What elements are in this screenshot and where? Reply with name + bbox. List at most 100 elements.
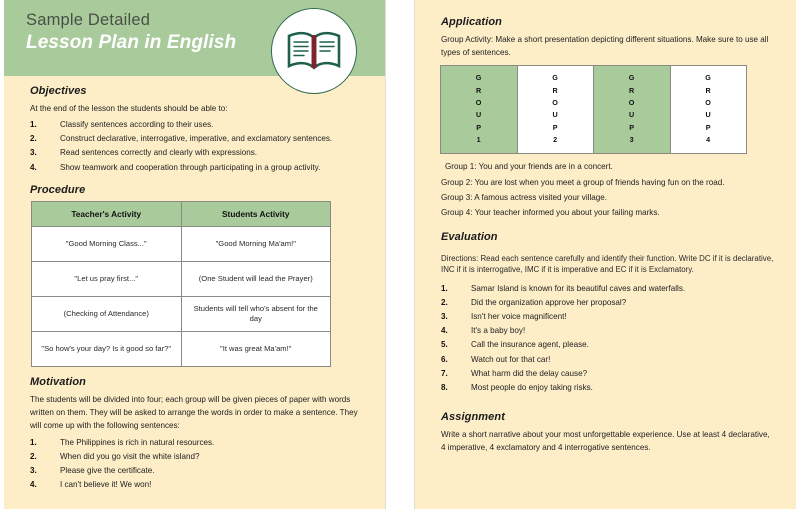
- objectives-list: 1. Classify sentences according to their …: [30, 118, 363, 175]
- list-item: 2. Did the organization approve her propo…: [441, 296, 776, 310]
- page-gutter: [386, 0, 414, 509]
- item-text: Call the insurance agent, please.: [471, 340, 589, 350]
- right-page-content: Application Group Activity: Make a short…: [415, 0, 796, 59]
- item-number: 3.: [30, 465, 37, 475]
- list-item: 1. The Philippines is rich in natural res…: [30, 436, 363, 450]
- item-number: 2.: [30, 134, 37, 144]
- table-cell: "Let us pray first...": [31, 260, 182, 297]
- table-cell: "Good Morning Class...": [31, 225, 182, 262]
- group-box-4: G R O U P 4: [670, 66, 746, 154]
- item-text: Please give the certificate.: [60, 465, 155, 475]
- list-item: 4. I can't believe it! We won!: [30, 478, 363, 492]
- item-number: 3.: [441, 312, 448, 322]
- group-letter: R: [552, 85, 558, 95]
- motivation-list: 1. The Philippines is rich in natural res…: [30, 436, 363, 493]
- list-item: 3. Isn't her voice magnificent!: [441, 310, 776, 324]
- group-letter: O: [475, 97, 482, 107]
- item-text: Read sentences correctly and clearly wit…: [60, 148, 258, 158]
- evaluation-list: 1. Samar Island is known for its beautifu…: [441, 282, 776, 395]
- column-header-students-activity: Students Activity: [180, 200, 331, 227]
- lesson-plan-spread: Sample Detailed Lesson Plan in English O…: [0, 0, 800, 509]
- table-cell: Students will tell who's absent for the …: [180, 295, 331, 333]
- list-item: 3. Read sentences correctly and clearly w…: [30, 146, 363, 160]
- group-boxes: G R O U P 1 G R O U P 2 G R O U P 3 G R …: [440, 65, 747, 155]
- table-cell: "Good Morning Ma'am!": [180, 225, 331, 262]
- group-scenarios: Group 1: You and your friends are in a c…: [441, 161, 776, 218]
- list-item: 1. Samar Island is known for its beautifu…: [441, 282, 776, 296]
- item-number: 8.: [441, 382, 448, 392]
- item-text: Did the organization approve her proposa…: [471, 297, 627, 307]
- item-number: 5.: [441, 340, 448, 350]
- procedure-table: Teacher's Activity Students Activity "Go…: [31, 200, 331, 368]
- left-page-content: Objectives At the end of the lesson the …: [4, 76, 385, 196]
- group-letter: P: [552, 122, 558, 132]
- motivation-heading: Motivation: [30, 376, 86, 389]
- group-scenario-3: Group 3: A famous actress visited your v…: [441, 192, 608, 202]
- group-letter: O: [705, 97, 712, 107]
- motivation-block: Motivation The students will be divided …: [4, 376, 385, 492]
- group-scenario-1: Group 1: You and your friends are in a c…: [445, 162, 613, 172]
- table-row: "Good Morning Class..." "Good Morning Ma…: [31, 225, 331, 262]
- group-letter: P: [705, 122, 711, 132]
- table-row: "Let us pray first..." (One Student will…: [31, 260, 331, 297]
- list-item: 7. What harm did the delay cause?: [441, 367, 776, 381]
- left-page: Sample Detailed Lesson Plan in English O…: [4, 0, 386, 509]
- application-paragraph: Group Activity: Make a short presentatio…: [441, 35, 769, 58]
- right-page: Application Group Activity: Make a short…: [414, 0, 796, 509]
- item-number: 4.: [30, 162, 37, 172]
- table-cell: "It was great Ma'am!": [180, 331, 331, 368]
- table-cell: "So how's your day? Is it good so far?": [31, 331, 182, 368]
- item-number: 1.: [30, 120, 37, 130]
- list-item: 8. Most people do enjoy taking risks.: [441, 381, 776, 395]
- item-number: 7.: [441, 368, 448, 378]
- table-header-row: Teacher's Activity Students Activity: [31, 200, 331, 227]
- item-text: Isn't her voice magnificent!: [471, 312, 567, 322]
- header-band: Sample Detailed Lesson Plan in English: [4, 0, 385, 94]
- group-letter: R: [476, 85, 482, 95]
- group-letter: O: [628, 97, 635, 107]
- table-cell: (Checking of Attendance): [31, 295, 182, 333]
- item-text: The Philippines is rich in natural resou…: [60, 437, 215, 447]
- list-item: 1. Classify sentences according to their …: [30, 118, 363, 132]
- evaluation-directions: Directions: Read each sentence carefully…: [441, 253, 774, 275]
- item-text: Classify sentences according to their us…: [60, 120, 214, 130]
- list-item: 3. Please give the certificate.: [30, 464, 363, 478]
- group-number: 4: [706, 135, 711, 145]
- item-text: Most people do enjoy taking risks.: [471, 382, 593, 392]
- group-box-3: G R O U P 3: [594, 66, 671, 154]
- item-number: 6.: [441, 354, 448, 364]
- item-number: 1.: [441, 283, 448, 293]
- group-letter: G: [628, 73, 635, 83]
- list-item: 4. Show teamwork and cooperation through …: [30, 161, 363, 175]
- group-letter: G: [552, 73, 559, 83]
- badge-circle: [271, 8, 357, 94]
- procedure-heading: Procedure: [30, 183, 86, 196]
- list-item: 2. When did you go visit the white island…: [30, 450, 363, 464]
- group-letter: U: [476, 110, 482, 120]
- item-text: What harm did the delay cause?: [471, 368, 588, 378]
- group-letter: G: [475, 73, 482, 83]
- item-text: I can't believe it! We won!: [60, 480, 152, 490]
- list-item: 2. Construct declarative, interrogative, …: [30, 132, 363, 146]
- assignment-heading: Assignment: [441, 411, 505, 424]
- item-number: 4.: [30, 480, 37, 490]
- item-number: 1.: [30, 437, 37, 447]
- item-text: Construct declarative, interrogative, im…: [60, 134, 333, 144]
- motivation-paragraph: The students will be divided into four; …: [30, 395, 358, 431]
- open-book-icon: [285, 29, 343, 73]
- group-letter: R: [705, 85, 711, 95]
- table-cell: (One Student will lead the Prayer): [180, 260, 331, 297]
- group-box-1: G R O U P 1: [441, 66, 518, 154]
- item-text: Show teamwork and cooperation through pa…: [60, 162, 321, 172]
- item-number: 2.: [441, 297, 448, 307]
- right-page-lower: Group 1: You and your friends are in a c…: [415, 161, 796, 454]
- application-heading: Application: [441, 16, 502, 28]
- table-row: "So how's your day? Is it good so far?" …: [31, 331, 331, 368]
- item-text: Watch out for that car!: [471, 354, 551, 364]
- group-number: 2: [553, 135, 558, 145]
- group-letter: O: [552, 97, 559, 107]
- table-row: (Checking of Attendance) Students will t…: [31, 295, 331, 333]
- list-item: 6. Watch out for that car!: [441, 353, 776, 367]
- group-number: 3: [629, 135, 634, 145]
- group-scenario-2: Group 2: You are lost when you meet a gr…: [441, 177, 725, 187]
